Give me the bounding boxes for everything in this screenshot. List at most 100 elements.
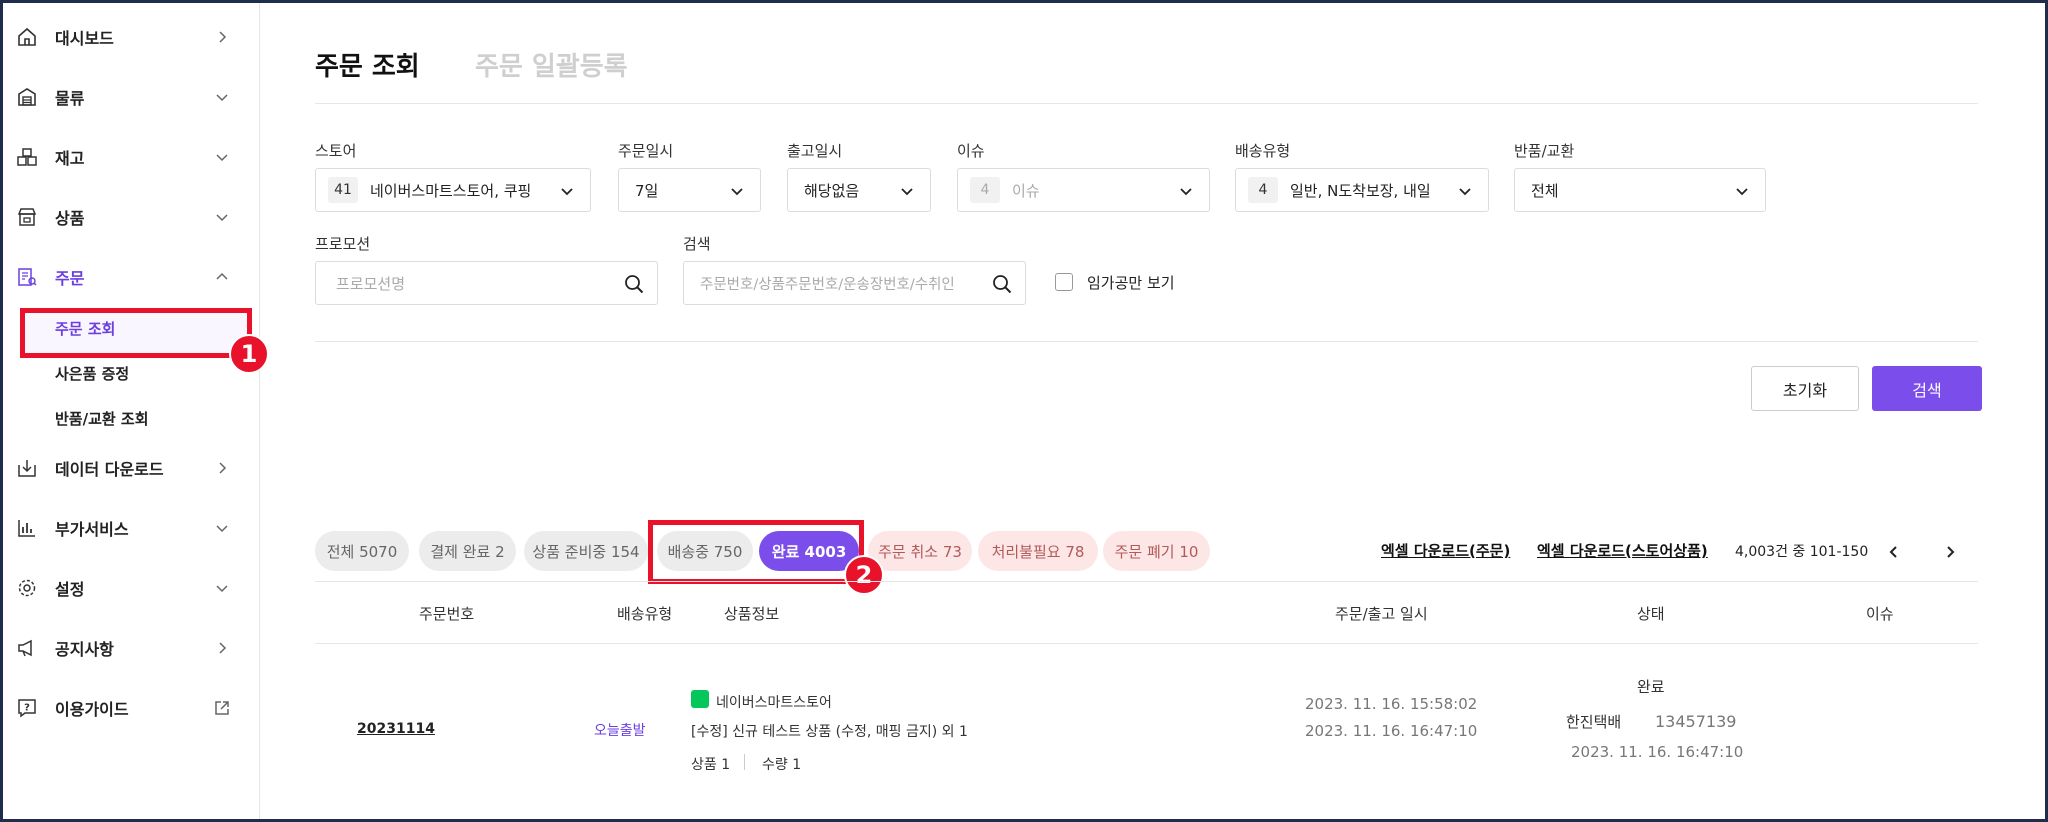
- divider: [315, 341, 1978, 342]
- return-select[interactable]: 전체: [1514, 168, 1766, 212]
- issue-value: 이슈: [1012, 181, 1040, 200]
- column-header-order-ship-date: 주문/출고 일시: [1335, 605, 1428, 623]
- divider: [315, 581, 1978, 582]
- ship-date-select[interactable]: 해당없음: [787, 168, 931, 212]
- sidebar-item-label: 부가서비스: [55, 520, 129, 539]
- promotion-input[interactable]: 프로모션명: [315, 261, 658, 305]
- sidebar-item-orders[interactable]: 주문: [3, 257, 260, 297]
- return-value: 전체: [1531, 181, 1559, 200]
- chevron-right-icon: [213, 28, 231, 46]
- chip-preparing[interactable]: 상품 준비중 154: [524, 531, 648, 571]
- product-count-cell: 상품 1: [691, 757, 731, 773]
- column-header-product-info: 상품정보: [724, 605, 780, 623]
- chevron-down-icon: [558, 182, 576, 200]
- courier-cell: 한진택배: [1566, 713, 1622, 731]
- sidebar-item-label: 물류: [55, 89, 85, 108]
- sidebar-item-logistics[interactable]: 물류: [3, 77, 260, 117]
- svg-text:?: ?: [24, 703, 30, 714]
- column-header-order-no: 주문번호: [419, 605, 475, 623]
- search-label: 검색: [683, 235, 711, 253]
- chip-discarded[interactable]: 주문 폐기 10: [1103, 531, 1210, 571]
- chevron-down-icon: [213, 208, 231, 226]
- search-icon[interactable]: [991, 273, 1013, 295]
- sidebar-item-label: 데이터 다운로드: [55, 460, 164, 479]
- chevron-down-icon: [213, 579, 231, 597]
- search-button[interactable]: 검색: [1872, 366, 1982, 411]
- sidebar-item-label: 공지사항: [55, 640, 114, 659]
- delivery-type-value: 일반, N도착보장, 내일: [1290, 181, 1431, 200]
- ship-date-value: 해당없음: [804, 181, 860, 200]
- product-name-cell: [수정] 신규 테스트 상품 (수정, 매핑 금지) 외 1: [691, 724, 968, 740]
- home-icon: [14, 24, 40, 50]
- store-icon: [14, 204, 40, 230]
- delivery-type-select[interactable]: 4 일반, N도착보장, 내일: [1235, 168, 1489, 212]
- promotion-placeholder: 프로모션명: [336, 274, 406, 293]
- sidebar: 대시보드 물류 재고 상품 주문 주문 조회 1 사은품 증정 반품/교환 조회…: [3, 3, 269, 819]
- boxes-icon: [14, 144, 40, 170]
- sidebar-item-data-download[interactable]: 데이터 다운로드: [3, 448, 260, 488]
- sidebar-item-extra-services[interactable]: 부가서비스: [3, 508, 260, 548]
- sidebar-item-label: 이용가이드: [55, 700, 129, 719]
- promotion-label: 프로모션: [315, 235, 371, 253]
- warehouse-icon: [14, 84, 40, 110]
- divider: [744, 754, 745, 770]
- sidebar-item-products[interactable]: 상품: [3, 197, 260, 237]
- order-date-select[interactable]: 7일: [618, 168, 761, 212]
- return-label: 반품/교환: [1514, 142, 1575, 160]
- chevron-down-icon: [213, 519, 231, 537]
- sidebar-item-guide[interactable]: ? 이용가이드: [3, 688, 260, 728]
- sidebar-item-notices[interactable]: 공지사항: [3, 628, 260, 668]
- store-select[interactable]: 41 네이버스마트스토어, 쿠핑: [315, 168, 591, 212]
- chip-cancelled[interactable]: 주문 취소 73: [868, 531, 972, 571]
- store-value: 네이버스마트스토어, 쿠핑: [370, 181, 532, 200]
- megaphone-icon: [14, 635, 40, 661]
- order-date-value: 7일: [635, 181, 659, 200]
- issue-count: 4: [970, 177, 1000, 203]
- chip-paid[interactable]: 결제 완료 2: [419, 531, 516, 571]
- processing-only-label: 임가공만 보기: [1087, 274, 1175, 292]
- tab-order-inquiry[interactable]: 주문 조회: [315, 46, 420, 83]
- submenu-return-exchange[interactable]: 반품/교환 조회: [55, 408, 149, 429]
- chevron-down-icon: [1733, 182, 1751, 200]
- reset-button[interactable]: 초기화: [1751, 366, 1859, 411]
- sidebar-item-inventory[interactable]: 재고: [3, 137, 260, 177]
- sidebar-item-label: 대시보드: [55, 29, 114, 48]
- annotation-badge-2: 2: [844, 555, 884, 595]
- submenu-order-inquiry[interactable]: 주문 조회: [55, 318, 115, 339]
- issue-select[interactable]: 4 이슈: [957, 168, 1210, 212]
- chevron-right-icon[interactable]: [1940, 542, 1960, 562]
- ship-date-label: 출고일시: [787, 142, 843, 160]
- chevron-down-icon: [213, 148, 231, 166]
- chevron-down-icon: [213, 88, 231, 106]
- chip-all[interactable]: 전체 5070: [315, 531, 409, 571]
- ship-datetime-cell: 2023. 11. 16. 16:47:10: [1305, 722, 1478, 740]
- divider: [315, 643, 1978, 644]
- search-placeholder: 주문번호/상품주문번호/운송장번호/수취인: [700, 276, 955, 293]
- sidebar-item-label: 설정: [55, 580, 85, 599]
- chevron-left-icon[interactable]: [1884, 542, 1904, 562]
- search-input[interactable]: 주문번호/상품주문번호/운송장번호/수취인: [683, 261, 1026, 305]
- chart-icon: [14, 515, 40, 541]
- store-name-cell: 네이버스마트스토어: [716, 695, 832, 711]
- processing-only-checkbox[interactable]: [1055, 273, 1073, 291]
- sidebar-item-settings[interactable]: 설정: [3, 568, 260, 608]
- store-filter-label: 스토어: [315, 142, 357, 160]
- highlight-box-2: [648, 520, 864, 584]
- tab-bulk-register[interactable]: 주문 일괄등록: [475, 46, 628, 83]
- excel-download-orders-link[interactable]: 엑셀 다운로드(주문): [1381, 540, 1510, 561]
- chevron-up-icon: [213, 268, 231, 286]
- gear-icon: [14, 575, 40, 601]
- quantity-cell: 수량 1: [762, 757, 802, 773]
- order-number-link[interactable]: 20231114: [357, 721, 435, 737]
- chip-no-action[interactable]: 처리불필요 78: [978, 531, 1098, 571]
- submenu-gift[interactable]: 사은품 증정: [55, 363, 129, 384]
- delivery-type-count: 4: [1248, 177, 1278, 203]
- order-date-label: 주문일시: [618, 142, 674, 160]
- chevron-right-icon: [213, 459, 231, 477]
- search-icon[interactable]: [623, 273, 645, 295]
- column-header-status: 상태: [1637, 605, 1665, 623]
- sidebar-item-dashboard[interactable]: 대시보드: [3, 17, 260, 57]
- download-icon: [14, 455, 40, 481]
- excel-download-store-products-link[interactable]: 엑셀 다운로드(스토어상품): [1537, 540, 1708, 561]
- window-frame: [0, 0, 2048, 822]
